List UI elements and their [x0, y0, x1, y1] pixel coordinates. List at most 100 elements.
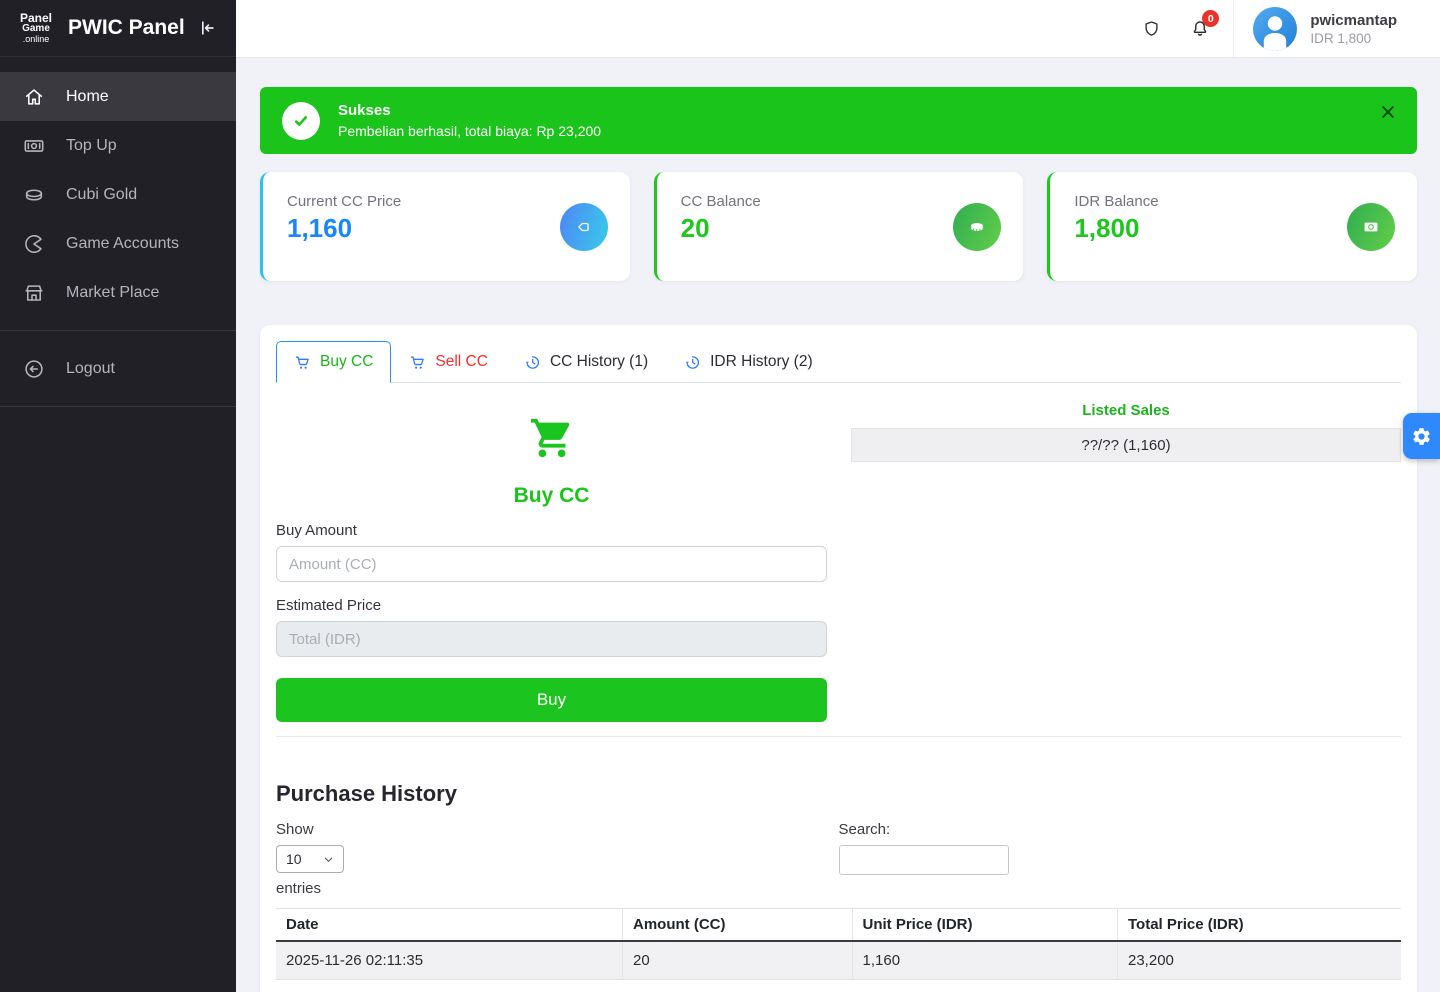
user-menu[interactable]: pwicmantap IDR 1,800: [1310, 12, 1397, 46]
sidebar-item-top-up[interactable]: Top Up: [0, 121, 236, 170]
column-header-amount[interactable]: Amount (CC): [623, 909, 853, 942]
card-value: 20: [681, 213, 1000, 244]
banknote-icon: [1347, 203, 1395, 251]
tab-sell-cc[interactable]: Sell CC: [391, 341, 506, 383]
sidebar-collapse-icon[interactable]: [197, 18, 217, 38]
estimated-price-input: [276, 621, 827, 657]
buy-form-column: Buy CC Buy Amount Estimated Price Buy: [276, 400, 827, 722]
user-balance: IDR 1,800: [1310, 31, 1397, 46]
sidebar-divider: [0, 330, 236, 331]
tab-label: Sell CC: [435, 353, 488, 371]
tab-bar: Buy CC Sell CC CC History (1) IDR Histor…: [276, 341, 1401, 383]
sidebar-item-market-place[interactable]: Market Place: [0, 268, 236, 317]
stat-cards: Current CC Price 1,160 CC Balance 20 IDR…: [260, 172, 1417, 281]
entries-label: entries: [276, 880, 839, 897]
card-value: 1,800: [1074, 213, 1393, 244]
tab-idr-history[interactable]: IDR History (2): [666, 341, 830, 383]
card-label: Current CC Price: [287, 193, 606, 210]
tab-buy-cc[interactable]: Buy CC: [276, 341, 391, 383]
table-header-row: Date Amount (CC) Unit Price (IDR) Total …: [276, 909, 1401, 942]
brand-logo-line3: .online: [13, 35, 59, 44]
card-value: 1,160: [287, 213, 606, 244]
shield-icon[interactable]: [1142, 19, 1161, 39]
cell-unit-price: 1,160: [852, 941, 1118, 980]
logout-icon: [23, 358, 45, 380]
sidebar-item-label: Cubi Gold: [66, 186, 137, 204]
column-header-unit-price[interactable]: Unit Price (IDR): [852, 909, 1118, 942]
purchase-history-table: Date Amount (CC) Unit Price (IDR) Total …: [276, 908, 1401, 980]
table-row: 2025-11-26 02:11:35 20 1,160 23,200: [276, 941, 1401, 980]
purchase-history-section: Purchase History Show 10 entries Search:: [276, 781, 1401, 992]
storefront-icon: [23, 282, 45, 304]
home-icon: [23, 86, 45, 108]
avatar[interactable]: [1253, 7, 1297, 51]
buy-amount-input[interactable]: [276, 546, 827, 582]
coin-icon: [23, 184, 45, 206]
estimated-price-label: Estimated Price: [276, 597, 827, 614]
listed-sales-title: Listed Sales: [851, 402, 1401, 419]
buy-amount-label: Buy Amount: [276, 522, 827, 539]
card-idr-balance: IDR Balance 1,800: [1047, 172, 1417, 281]
tab-cc-history[interactable]: CC History (1): [506, 341, 666, 383]
page-content: Sukses Pembelian berhasil, total biaya: …: [236, 57, 1440, 992]
tab-label: IDR History (2): [710, 353, 812, 371]
close-icon[interactable]: [1379, 103, 1397, 121]
notification-badge: 0: [1202, 10, 1219, 27]
topbar-divider: [1233, 0, 1234, 57]
brand-logo: Panel Game .online: [13, 12, 59, 45]
sidebar-menu: Home Top Up Cubi Gold Game Accounts Mark…: [0, 57, 236, 420]
sidebar-item-cubi-gold[interactable]: Cubi Gold: [0, 170, 236, 219]
cart-icon: [529, 415, 575, 461]
page-size-value: 10: [286, 851, 302, 867]
topbar: 0 pwicmantap IDR 1,800: [236, 0, 1440, 57]
banknote-icon: [23, 135, 45, 157]
sidebar-item-logout[interactable]: Logout: [0, 344, 236, 393]
table-controls: Show 10 entries Search:: [276, 821, 1401, 897]
alert-title: Sukses: [338, 102, 601, 119]
listed-sales-row: ??/?? (1,160): [851, 428, 1401, 462]
topbar-right: 0 pwicmantap IDR 1,800: [1142, 0, 1440, 57]
bell-icon[interactable]: 0: [1190, 18, 1210, 39]
sidebar-divider: [0, 406, 236, 407]
listed-sales-column: Listed Sales ??/?? (1,160): [851, 400, 1401, 722]
gear-icon: [1411, 426, 1432, 447]
buy-button[interactable]: Buy: [276, 678, 827, 722]
pacman-icon: [23, 233, 45, 255]
trade-panel: Buy CC Sell CC CC History (1) IDR Histor…: [260, 325, 1417, 992]
card-label: CC Balance: [681, 193, 1000, 210]
card-current-cc-price: Current CC Price 1,160: [260, 172, 630, 281]
column-header-date[interactable]: Date: [276, 909, 623, 942]
page-size-select[interactable]: 10: [276, 845, 344, 873]
tag-icon: [560, 203, 608, 251]
check-circle-icon: [282, 102, 320, 140]
buy-cc-tab-content: Buy CC Buy Amount Estimated Price Buy Li…: [276, 383, 1401, 722]
username: pwicmantap: [1310, 12, 1397, 29]
success-alert: Sukses Pembelian berhasil, total biaya: …: [260, 87, 1417, 154]
search-control: Search:: [839, 821, 1402, 897]
app-title: PWIC Panel: [68, 16, 197, 40]
section-divider: [276, 736, 1401, 737]
page-size-control: Show 10 entries: [276, 821, 839, 897]
sidebar-item-label: Home: [66, 88, 109, 106]
tab-label: CC History (1): [550, 353, 648, 371]
sidebar-brand: Panel Game .online PWIC Panel: [0, 0, 236, 57]
purchase-history-title: Purchase History: [276, 781, 1401, 807]
column-header-total-price[interactable]: Total Price (IDR): [1118, 909, 1402, 942]
main-area: 0 pwicmantap IDR 1,800 Sukses: [236, 0, 1440, 992]
cell-date: 2025-11-26 02:11:35: [276, 941, 623, 980]
settings-fab[interactable]: [1403, 413, 1440, 459]
alert-text: Sukses Pembelian berhasil, total biaya: …: [338, 102, 601, 139]
sidebar-item-label: Top Up: [66, 137, 117, 155]
sidebar-item-label: Market Place: [66, 284, 159, 302]
sidebar-item-home[interactable]: Home: [0, 72, 236, 121]
chevron-down-icon: [323, 854, 334, 865]
sidebar-item-label: Logout: [66, 360, 115, 378]
tab-label: Buy CC: [320, 353, 373, 371]
cart-icon: [294, 354, 311, 371]
buy-cc-heading: Buy CC: [276, 484, 827, 508]
search-input[interactable]: [839, 845, 1009, 875]
cart-icon: [409, 354, 426, 371]
alert-message: Pembelian berhasil, total biaya: Rp 23,2…: [338, 123, 601, 139]
sidebar-item-game-accounts[interactable]: Game Accounts: [0, 219, 236, 268]
card-cc-balance: CC Balance 20: [654, 172, 1024, 281]
